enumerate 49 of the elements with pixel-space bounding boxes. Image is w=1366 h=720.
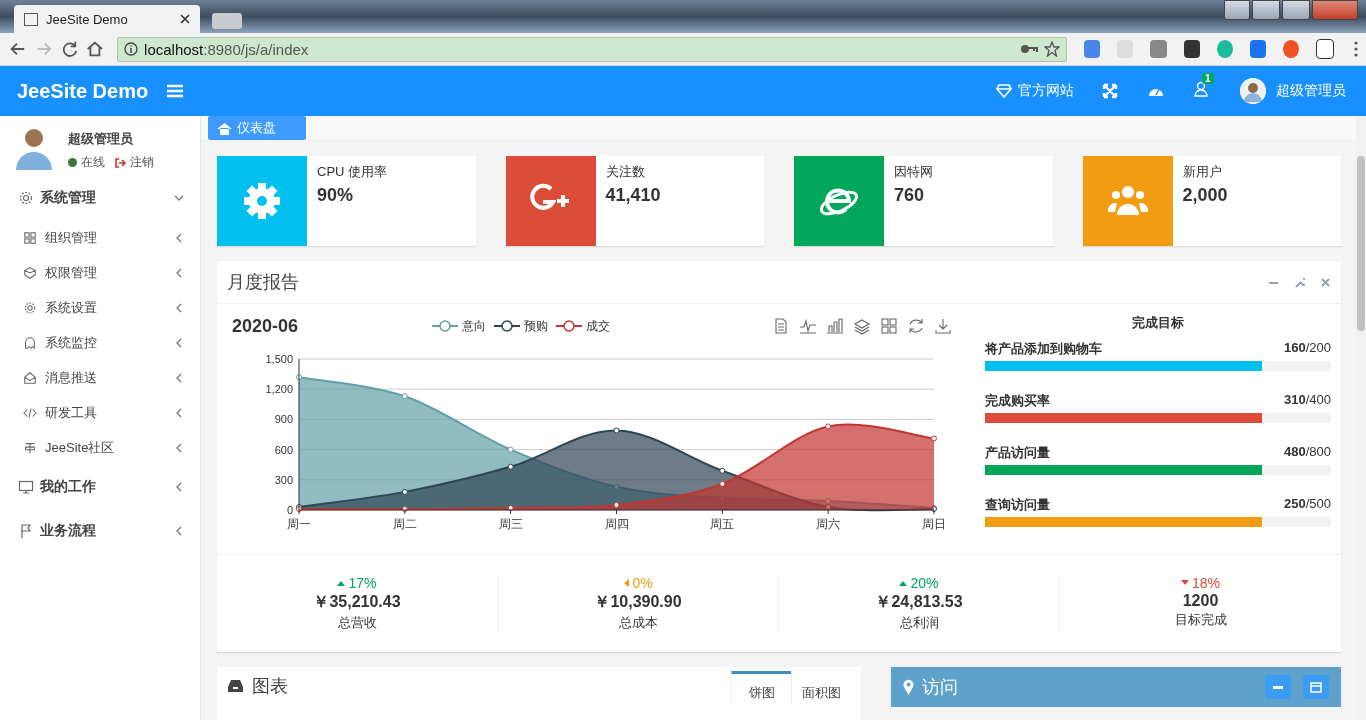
- y-tick-label: 300: [274, 473, 293, 486]
- summary-amount: ￥24,813.53: [875, 592, 963, 612]
- panel-title: 图表: [252, 675, 289, 698]
- panel-title: 访问: [922, 676, 959, 699]
- x-tick-label: 周四: [604, 517, 629, 531]
- stat-label: CPU 使用率: [317, 163, 388, 181]
- goal-label: 完成购买率: [985, 392, 1051, 410]
- stat-label: 新用户: [1182, 163, 1223, 181]
- stat-value: 2,000: [1182, 185, 1228, 206]
- change-text: 20%: [899, 575, 939, 591]
- panel-title: 月度报告: [227, 271, 300, 294]
- stat-value: 90%: [317, 185, 355, 206]
- goal-label: 查询访问量: [985, 496, 1051, 514]
- stat-label: 关注数: [605, 163, 646, 181]
- y-tick-label: 1,500: [265, 353, 293, 365]
- y-tick-label: 900: [274, 413, 293, 426]
- goal-value: 310/400: [1284, 392, 1331, 409]
- x-tick-label: 周一: [287, 517, 311, 531]
- goal-value: 480/800: [1284, 444, 1331, 461]
- y-tick-label: 0: [286, 504, 293, 516]
- x-tick-label: 周五: [710, 517, 735, 531]
- x-tick-label: 周二: [392, 517, 417, 531]
- y-tick-label: 1,200: [265, 383, 293, 396]
- change-text: 17%: [337, 575, 377, 591]
- stat-label: 因特网: [894, 163, 933, 181]
- summary-label: 总成本: [618, 614, 658, 632]
- change-text: 18%: [1181, 575, 1220, 591]
- notification-badge: 1: [1202, 73, 1214, 84]
- x-tick-label: 周六: [816, 517, 841, 531]
- goal-label: 产品访问量: [985, 444, 1051, 462]
- goal-value: 250/500: [1284, 496, 1331, 513]
- report-period: 2020-06: [232, 315, 300, 337]
- y-tick-label: 600: [274, 443, 293, 456]
- change-text: 0%: [623, 575, 653, 591]
- goal-label: 将产品添加到购物车: [985, 340, 1103, 358]
- summary-label: 目标完成: [1174, 611, 1227, 629]
- summary-amount: ￥35,210.43: [313, 592, 401, 612]
- goal-value: 160/200: [1284, 340, 1331, 357]
- summary-amount: 1200: [1182, 592, 1219, 610]
- stat-value: 41,410: [605, 185, 661, 206]
- summary-label: 总营收: [337, 614, 377, 632]
- user-name: 超级管理员: [68, 130, 134, 148]
- summary-label: 总利润: [899, 614, 939, 632]
- x-tick-label: 周日: [922, 517, 946, 531]
- goals-title: 完成目标: [1131, 314, 1185, 332]
- stat-value: 760: [894, 185, 926, 206]
- x-tick-label: 周三: [498, 517, 523, 531]
- status-text: 在线: [81, 154, 105, 171]
- summary-amount: ￥10,390.90: [594, 592, 682, 612]
